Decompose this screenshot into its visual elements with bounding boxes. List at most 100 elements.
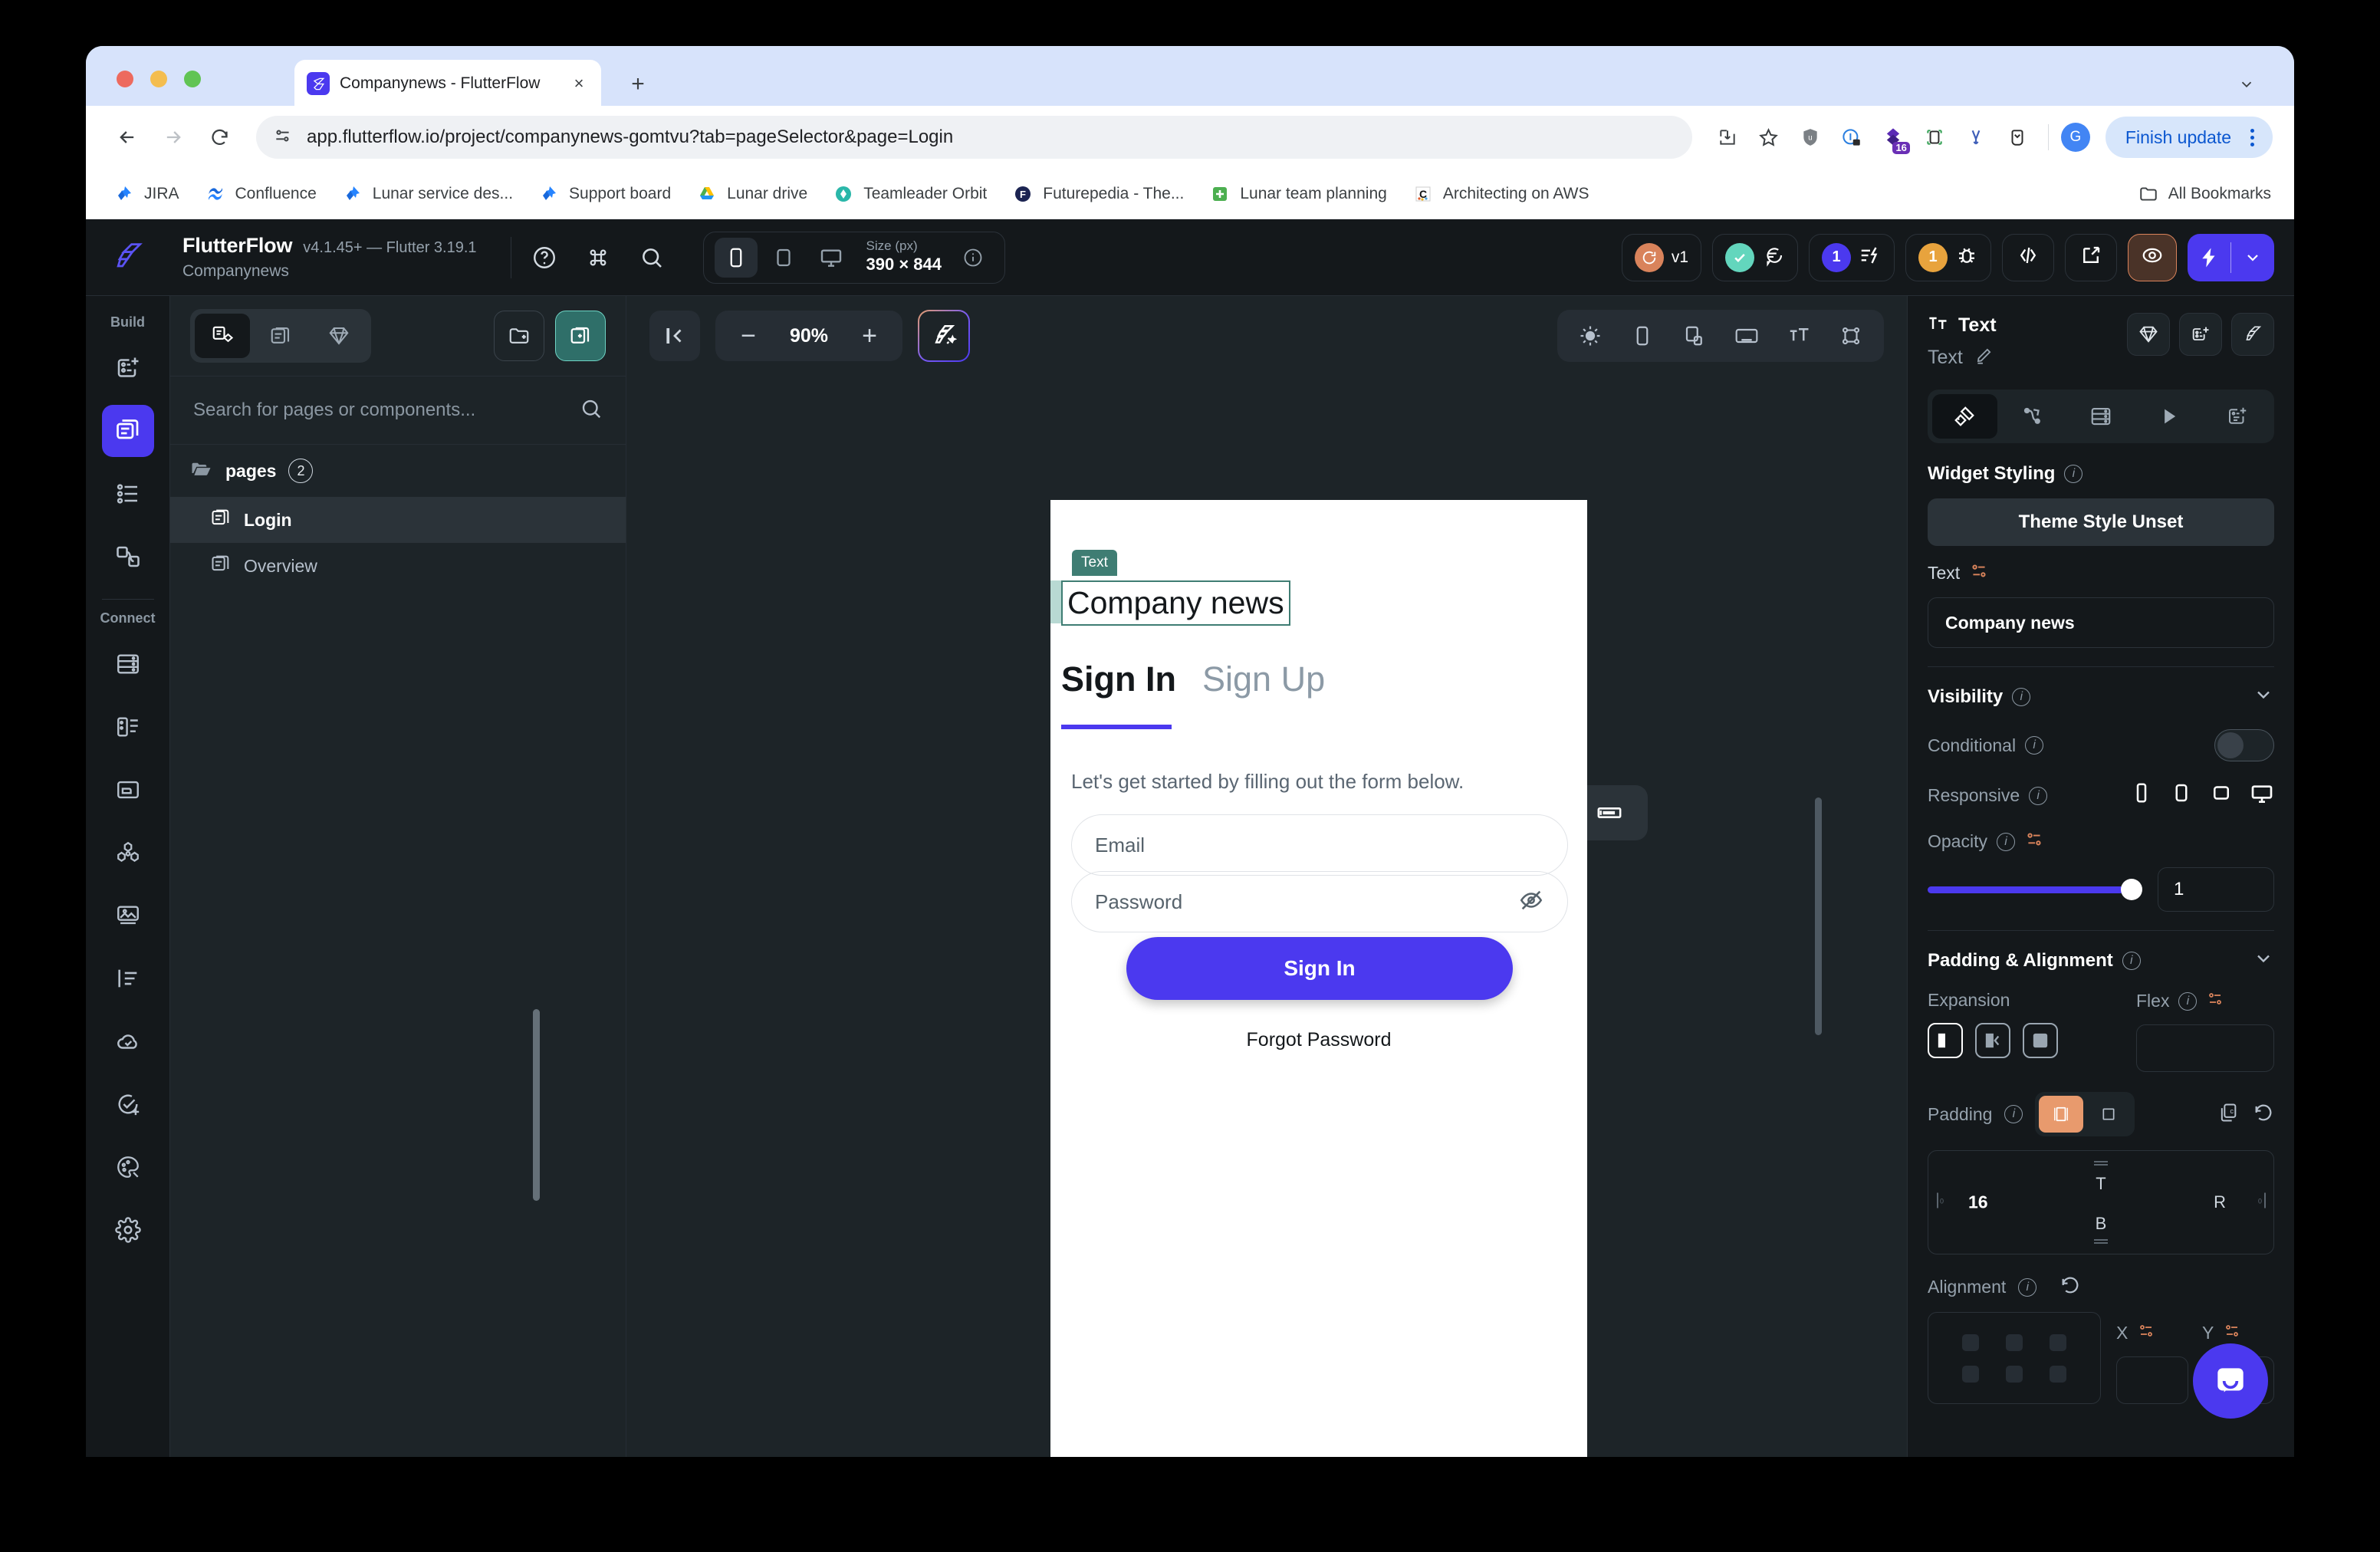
all-bookmarks-button[interactable]: All Bookmarks — [2127, 177, 2277, 211]
debug-pill[interactable]: 1 — [1905, 233, 1991, 281]
tab-animations[interactable] — [2136, 394, 2201, 439]
site-settings-icon[interactable] — [273, 126, 293, 150]
code-pill[interactable] — [2002, 233, 2054, 281]
widget-name-row[interactable]: Text — [1928, 346, 2127, 370]
expansion-none-button[interactable] — [1928, 1023, 1963, 1058]
intercom-chat-icon[interactable] — [2193, 1343, 2268, 1419]
variable-icon[interactable] — [2024, 830, 2044, 853]
info-icon[interactable]: i — [2029, 786, 2048, 805]
tests-pill[interactable] — [1712, 233, 1798, 281]
brightness-icon[interactable] — [1568, 314, 1612, 358]
copy-icon[interactable]: c — [2217, 1102, 2239, 1127]
extension-purple-icon[interactable]: 16 — [1875, 119, 1912, 156]
browser-tab[interactable]: Companynews - FlutterFlow × — [294, 60, 601, 107]
tests-icon[interactable] — [102, 1078, 154, 1130]
email-field[interactable]: Email — [1071, 814, 1568, 876]
database-icon[interactable] — [102, 638, 154, 690]
zoom-out-button[interactable]: − — [729, 317, 768, 355]
new-tab-button[interactable]: + — [623, 69, 653, 100]
pocket-icon[interactable] — [1999, 119, 2036, 156]
integrations-icon[interactable] — [102, 827, 154, 879]
bookmark-item[interactable]: Lunar service des... — [331, 177, 523, 211]
bookmark-star-icon[interactable] — [1750, 119, 1787, 156]
chevron-down-icon[interactable] — [2253, 684, 2274, 709]
version-pill[interactable]: v1 — [1621, 233, 1701, 281]
bookmark-item[interactable]: Teamleader Orbit — [822, 177, 997, 211]
tab-sign-up[interactable]: Sign Up — [1202, 659, 1325, 709]
responsive-tablet-small-icon[interactable] — [2170, 781, 2193, 810]
variable-icon[interactable] — [1969, 561, 1989, 585]
keyboard-icon[interactable] — [1724, 314, 1769, 358]
padding-top-handle[interactable] — [2091, 1157, 2111, 1171]
opacity-slider[interactable] — [1928, 878, 2142, 900]
api-calls-icon[interactable] — [102, 701, 154, 753]
sign-in-button[interactable]: Sign In — [1126, 937, 1513, 1000]
pages-only-icon[interactable] — [253, 314, 308, 358]
vimium-icon[interactable] — [1958, 119, 1994, 156]
preview-pill[interactable] — [2128, 233, 2177, 281]
window-controls[interactable] — [117, 71, 201, 87]
padding-bottom-value[interactable]: B — [2096, 1214, 2107, 1234]
deploy-cloud-icon[interactable] — [102, 1015, 154, 1067]
page-item-login[interactable]: Login — [170, 497, 626, 543]
flutterflow-icon[interactable] — [2231, 313, 2274, 356]
flutterflow-logo[interactable] — [86, 219, 170, 296]
padding-top-value[interactable]: T — [2096, 1174, 2106, 1194]
navigation-icon[interactable] — [102, 531, 154, 583]
media-assets-icon[interactable] — [102, 889, 154, 942]
command-icon[interactable] — [577, 237, 619, 278]
storage-icon[interactable] — [102, 764, 154, 816]
info-icon[interactable]: i — [2018, 1277, 2037, 1297]
device-desktop-button[interactable] — [810, 238, 853, 278]
component-icon[interactable] — [2127, 313, 2170, 356]
zoom-in-button[interactable]: + — [850, 317, 889, 355]
info-icon[interactable]: i — [2064, 465, 2083, 483]
new-page-icon[interactable] — [555, 311, 606, 361]
forgot-password-link[interactable]: Forgot Password — [1050, 1029, 1587, 1051]
page-title[interactable]: Company news — [1061, 580, 1290, 626]
bookmark-item[interactable]: Lunar team planning — [1198, 177, 1396, 211]
install-app-icon[interactable] — [1709, 119, 1746, 156]
collapse-left-icon[interactable] — [649, 311, 700, 361]
padding-left-value[interactable]: 16 — [1968, 1192, 1988, 1213]
add-widget-icon[interactable] — [2179, 313, 2222, 356]
alignment-reset-icon[interactable] — [2059, 1274, 2081, 1300]
open-pill[interactable] — [2065, 233, 2117, 281]
components-icon[interactable] — [311, 314, 367, 358]
search-input[interactable] — [193, 400, 570, 421]
onepassword-icon[interactable] — [1833, 119, 1870, 156]
theme-style-button[interactable]: Theme Style Unset — [1928, 498, 2274, 546]
layout-guides-icon[interactable] — [1829, 314, 1873, 358]
search-icon[interactable] — [580, 397, 603, 424]
reset-icon[interactable] — [2253, 1102, 2274, 1127]
info-icon[interactable]: i — [2122, 951, 2141, 970]
align-cell[interactable] — [1948, 1358, 1992, 1389]
padding-right-handle[interactable]: 0 — [2258, 1191, 2267, 1215]
forward-arrow-icon[interactable] — [153, 117, 193, 157]
padding-individual-button[interactable] — [2039, 1096, 2084, 1133]
bookmark-item[interactable]: C Architecting on AWS — [1402, 177, 1599, 211]
align-cell[interactable] — [1992, 1358, 2036, 1389]
chevron-down-icon[interactable] — [2231, 234, 2274, 281]
close-icon[interactable]: × — [569, 74, 589, 94]
password-field[interactable]: Password — [1071, 871, 1568, 932]
align-cell[interactable] — [2036, 1327, 2080, 1358]
back-arrow-icon[interactable] — [107, 117, 147, 157]
padding-all-button[interactable] — [2086, 1096, 2131, 1133]
info-icon[interactable]: i — [1996, 832, 2015, 851]
maximize-window-button[interactable] — [184, 71, 201, 87]
flex-input[interactable] — [2136, 1024, 2274, 1072]
bookmark-item[interactable]: JIRA — [103, 177, 189, 211]
pages-components-icon[interactable] — [195, 314, 250, 358]
help-icon[interactable] — [524, 237, 565, 278]
padding-bottom-handle[interactable] — [2091, 1235, 2111, 1249]
page-item-overview[interactable]: Overview — [170, 543, 626, 589]
align-x-input[interactable] — [2116, 1356, 2188, 1404]
reload-icon[interactable] — [199, 117, 239, 157]
alignment-grid[interactable] — [1928, 1312, 2101, 1404]
expansion-expanded-button[interactable] — [2023, 1023, 2058, 1058]
bookmark-item[interactable]: Confluence — [194, 177, 327, 211]
split-view-icon[interactable] — [1672, 314, 1717, 358]
bookmark-item[interactable]: Support board — [528, 177, 681, 211]
issues-pill[interactable]: 1 — [1809, 233, 1895, 281]
